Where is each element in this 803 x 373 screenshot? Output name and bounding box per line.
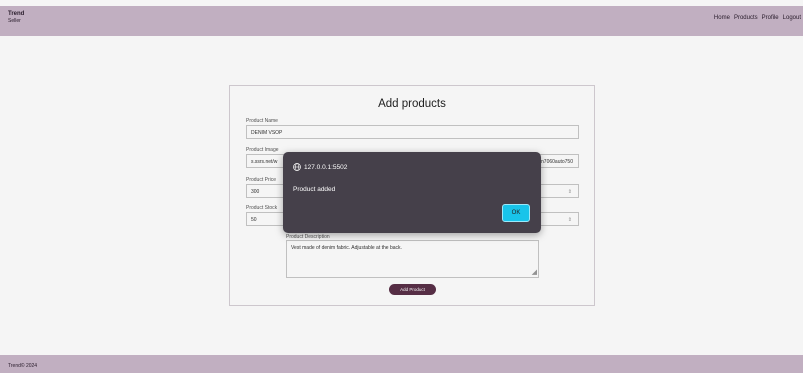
ok-button[interactable]: OK [502, 204, 530, 222]
dialog-origin: 127.0.0.1:5502 [293, 163, 347, 171]
globe-icon [293, 163, 301, 171]
dialog-origin-text: 127.0.0.1:5502 [304, 163, 348, 171]
alert-dialog: 127.0.0.1:5502 Product added OK [283, 152, 541, 233]
dialog-message: Product added [293, 186, 336, 193]
